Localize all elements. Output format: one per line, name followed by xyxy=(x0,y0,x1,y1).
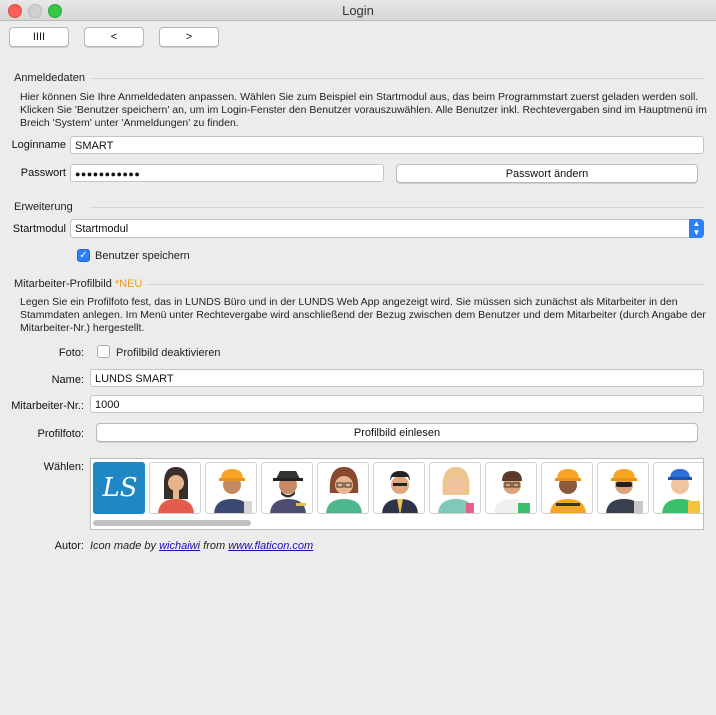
woman-glasses-icon xyxy=(326,467,362,513)
chevron-updown-icon: ▲ ▼ xyxy=(689,219,704,238)
woman-avatar-icon xyxy=(158,467,194,513)
worker-sunglasses-icon xyxy=(606,469,643,513)
avatar-businessman[interactable] xyxy=(373,462,425,514)
foto-label: Foto: xyxy=(58,347,84,359)
section-erweiterung-heading: Erweiterung xyxy=(14,201,73,213)
waehlen-label: Wählen: xyxy=(43,461,84,473)
businessman-icon xyxy=(382,471,418,513)
avatar-worker-sunglasses[interactable] xyxy=(597,462,649,514)
man-glasses-icon xyxy=(494,471,530,513)
construction-worker-icon xyxy=(214,469,252,513)
avatar-logo-ls[interactable]: LS xyxy=(93,462,145,514)
name-label: Name: xyxy=(51,374,84,386)
painter-icon xyxy=(270,471,306,513)
profilfoto-label: Profilfoto: xyxy=(37,428,84,440)
avatar-man-glasses[interactable] xyxy=(485,462,537,514)
credit-prefix: Icon made by xyxy=(90,540,157,552)
ls-logo-text: LS xyxy=(102,473,138,503)
profilbild-einlesen-button[interactable]: Profilbild einlesen xyxy=(96,423,698,442)
section-divider xyxy=(90,207,704,208)
new-badge: *NEU xyxy=(114,278,143,290)
passwort-field[interactable]: ●●●●●●●●●●● xyxy=(70,164,384,182)
loginname-label: Loginname xyxy=(11,139,66,151)
profilbild-deaktivieren-label: Profilbild deaktivieren xyxy=(116,347,221,359)
avatar-construction-worker[interactable] xyxy=(205,462,257,514)
startmodul-label: Startmodul xyxy=(12,223,66,235)
autor-credit: Icon made by wichaiwi from www.flaticon.… xyxy=(90,540,313,552)
description-line: Hier können Sie Ihre Anmeldedaten anpass… xyxy=(20,91,699,103)
description-line: Breich 'System' unter 'Anmeldungen' zu f… xyxy=(20,117,239,129)
passwort-aendern-button[interactable]: Passwort ändern xyxy=(396,164,698,183)
name-field[interactable]: LUNDS SMART xyxy=(90,369,704,387)
profilbild-deaktivieren-checkbox[interactable] xyxy=(97,345,110,358)
mitarbeiter-nr-label: Mitarbeiter-Nr.: xyxy=(11,400,84,412)
title-bar: Login xyxy=(0,0,716,21)
description-line: Klicken Sie 'Benutzer speichern' an, um … xyxy=(20,104,707,116)
window-title: Login xyxy=(342,3,374,18)
avatar-woman-glasses[interactable] xyxy=(317,462,369,514)
credit-mid: from xyxy=(203,540,226,552)
flaticon-link[interactable]: www.flaticon.com xyxy=(228,540,313,552)
description-line: Mitarbeiter-Nr.) hergestellt. xyxy=(20,322,145,334)
startmodul-select[interactable]: Startmodul ▲ ▼ xyxy=(70,219,704,238)
author-link[interactable]: wichaiwi xyxy=(159,540,200,552)
description-line: Legen Sie ein Profilfoto fest, das in LU… xyxy=(20,296,678,308)
gallery-scrollbar[interactable] xyxy=(93,520,251,526)
worker-blue-cap-icon xyxy=(662,469,700,513)
section-divider xyxy=(146,284,704,285)
anmeldedaten-description: Hier können Sie Ihre Anmeldedaten anpass… xyxy=(20,91,710,130)
avatar-woman-blonde[interactable] xyxy=(429,462,481,514)
profilbild-heading-text: Mitarbeiter-Profilbild xyxy=(14,278,112,290)
woman-blonde-icon xyxy=(438,467,474,513)
avatar-worker-blue-cap[interactable] xyxy=(653,462,703,514)
description-line: Stammdaten anlegen. Im Menü unter Rechte… xyxy=(20,309,706,321)
benutzer-speichern-checkbox[interactable]: ✓ xyxy=(77,249,90,262)
avatar-woman-dark-hair[interactable] xyxy=(149,462,201,514)
avatar-gallery[interactable]: LS xyxy=(90,458,704,530)
avatar-painter[interactable] xyxy=(261,462,313,514)
profilbild-description: Legen Sie ein Profilfoto fest, das in LU… xyxy=(20,296,710,335)
mitarbeiter-nr-field[interactable]: 1000 xyxy=(90,395,704,413)
startmodul-selected-value: Startmodul xyxy=(75,223,129,235)
toolbar-menu-button[interactable]: IIII xyxy=(9,27,69,47)
section-profilbild-heading: Mitarbeiter-Profilbild *NEU xyxy=(14,278,142,290)
avatar-builder-dark[interactable] xyxy=(541,462,593,514)
autor-label: Autor: xyxy=(54,540,84,552)
builder-icon xyxy=(550,469,586,513)
section-anmeldedaten-heading: Anmeldedaten xyxy=(14,72,85,84)
benutzer-speichern-label: Benutzer speichern xyxy=(95,250,190,262)
toolbar-back-button[interactable]: < xyxy=(84,27,144,47)
loginname-field[interactable]: SMART xyxy=(70,136,704,154)
toolbar-forward-button[interactable]: > xyxy=(159,27,219,47)
section-divider xyxy=(90,78,704,79)
passwort-label: Passwort xyxy=(20,167,66,179)
